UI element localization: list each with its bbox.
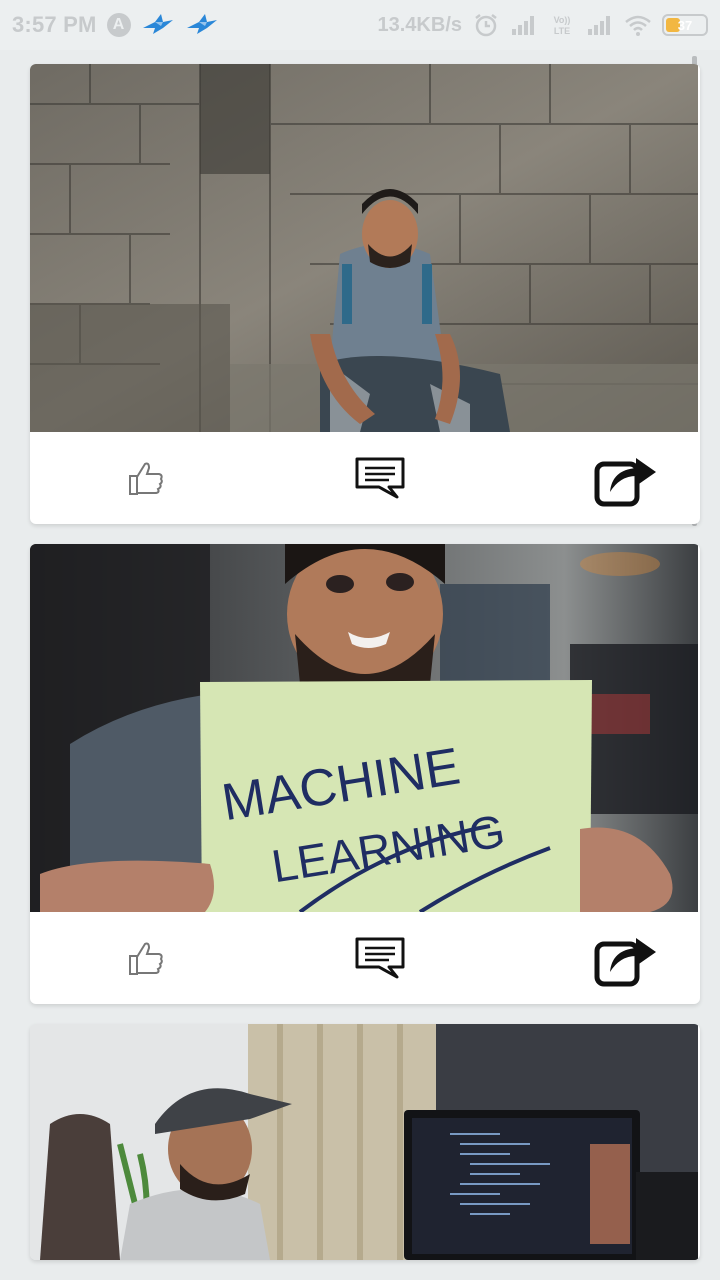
volte-icon: Vo)) LTE xyxy=(554,15,571,36)
like-icon xyxy=(129,462,163,495)
status-left: 3:57 PM A xyxy=(12,12,219,38)
like-button[interactable] xyxy=(126,938,166,978)
feed: MACHINE LEARNING xyxy=(30,64,700,1280)
comment-button[interactable] xyxy=(353,455,407,501)
alarm-icon xyxy=(475,14,497,37)
temple-photo xyxy=(30,64,698,432)
signal-icon xyxy=(588,16,610,35)
svg-text:LTE: LTE xyxy=(554,26,570,36)
post-card xyxy=(30,64,700,524)
signal-icon xyxy=(512,16,534,35)
post-card xyxy=(30,1024,700,1260)
bird-icon xyxy=(142,14,173,34)
like-icon xyxy=(129,942,163,975)
post-actions xyxy=(30,912,700,1004)
like-button[interactable] xyxy=(126,458,166,498)
post-card: MACHINE LEARNING xyxy=(30,544,700,1004)
comment-button[interactable] xyxy=(353,935,407,981)
status-right: 13.4KB/s Vo)) LTE 37 xyxy=(377,13,708,37)
status-time: 3:57 PM xyxy=(12,12,97,37)
battery-level: 37 xyxy=(677,17,693,33)
post-image[interactable] xyxy=(30,64,698,432)
wifi-icon xyxy=(625,15,651,36)
post-image[interactable] xyxy=(30,1024,698,1260)
share-icon xyxy=(594,938,656,987)
post-image[interactable]: MACHINE LEARNING xyxy=(30,544,698,912)
desk-photo xyxy=(30,1024,698,1260)
net-speed: 13.4KB/s xyxy=(377,13,463,36)
share-button[interactable] xyxy=(594,448,658,508)
status-bar: 3:57 PM A 13.4KB/s Vo)) LTE 37 xyxy=(0,0,720,50)
svg-text:Vo)): Vo)) xyxy=(554,15,571,25)
battery-icon: 37 xyxy=(662,14,708,36)
comment-icon xyxy=(355,937,405,979)
app-a-icon: A xyxy=(106,13,131,37)
share-icon xyxy=(594,458,656,507)
comment-icon xyxy=(355,457,405,499)
post-actions xyxy=(30,432,700,524)
bird-icon xyxy=(186,14,217,34)
sign-photo: MACHINE LEARNING xyxy=(30,544,698,912)
share-button[interactable] xyxy=(594,928,658,988)
